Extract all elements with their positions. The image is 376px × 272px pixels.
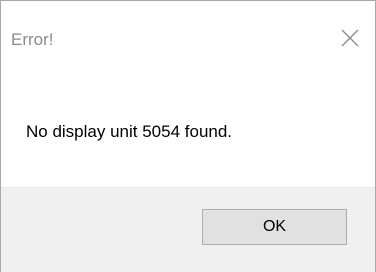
dialog-content: No display unit 5054 found. [1, 63, 375, 187]
error-message: No display unit 5054 found. [26, 122, 233, 141]
dialog-footer: OK [1, 187, 375, 272]
dialog-title: Error! [11, 30, 54, 49]
close-icon [341, 29, 359, 47]
ok-button[interactable]: OK [202, 209, 347, 245]
dialog-titlebar: Error! [1, 1, 375, 63]
error-dialog: Error! No display unit 5054 found. OK [0, 0, 376, 272]
close-button[interactable] [331, 21, 371, 55]
